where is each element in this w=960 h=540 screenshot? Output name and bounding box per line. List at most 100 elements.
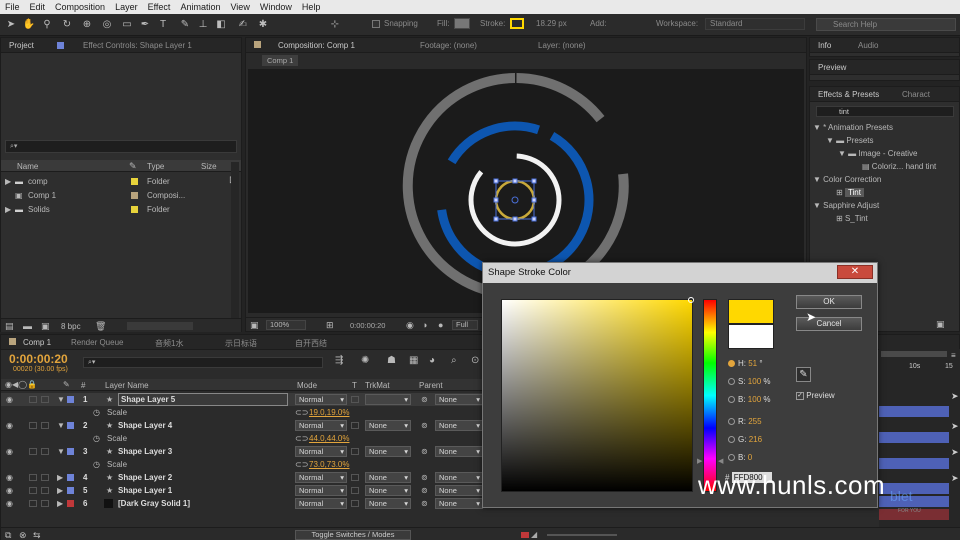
menu-animation[interactable]: Animation bbox=[175, 2, 225, 12]
composition-mini-flowchart-icon[interactable]: ⇶ bbox=[335, 355, 343, 366]
scale-property-row[interactable]: ◷ Scale ⊂⊃ 19.0,19.0% bbox=[1, 406, 501, 419]
project-item[interactable]: ▶ ▬ Solids Folder bbox=[1, 203, 241, 216]
toggle-switches-modes-button[interactable]: Toggle Switches / Modes bbox=[295, 530, 411, 540]
parent-pickwhip-icon[interactable]: ⊚ bbox=[421, 471, 428, 484]
new-comp-icon[interactable]: ▣ bbox=[41, 321, 50, 332]
transform-handle[interactable] bbox=[512, 178, 518, 184]
layer-label-swatch[interactable] bbox=[67, 396, 74, 403]
hide-shy-layers-icon[interactable]: ☗ bbox=[387, 355, 396, 366]
layer-duration-bar[interactable] bbox=[879, 458, 949, 469]
track-matte-select[interactable]: None ▾ bbox=[365, 420, 411, 431]
parent-pickwhip-icon[interactable]: ⊚ bbox=[421, 393, 428, 406]
col-layer-name[interactable]: Layer Name bbox=[105, 381, 149, 390]
visibility-eye-icon[interactable]: ◉ bbox=[6, 393, 13, 406]
tree-item-sapphire-adjust[interactable]: ▼ Sapphire Adjust bbox=[813, 199, 879, 212]
track-matte-select[interactable]: None ▾ bbox=[365, 498, 411, 509]
label-swatch[interactable] bbox=[131, 206, 138, 213]
ok-button[interactable]: OK bbox=[796, 295, 862, 309]
av-features-icons[interactable]: ◉◀◯🔒 bbox=[5, 380, 37, 389]
preserve-transparency-switch[interactable] bbox=[351, 396, 359, 403]
zoom-out-icon[interactable]: ◢ bbox=[531, 530, 537, 539]
collapse-arrow-icon[interactable]: ▼ bbox=[813, 175, 823, 184]
comp-timecode[interactable]: 0:00:00:20 bbox=[350, 321, 385, 330]
blend-mode-select[interactable]: Normal ▾ bbox=[295, 394, 347, 405]
parent-select[interactable]: None ▾ bbox=[435, 420, 483, 431]
transform-handle[interactable] bbox=[531, 197, 537, 203]
hue-slider-right-arrow-icon[interactable]: ◀ bbox=[718, 457, 723, 465]
transform-handle[interactable] bbox=[531, 216, 537, 222]
menu-effect[interactable]: Effect bbox=[143, 2, 176, 12]
layer-label-swatch[interactable] bbox=[67, 448, 74, 455]
tab-footage[interactable]: Footage: (none) bbox=[416, 40, 481, 52]
parent-pickwhip-icon[interactable]: ⊚ bbox=[421, 419, 428, 432]
stroke-swatch[interactable] bbox=[510, 18, 524, 29]
blue-field[interactable]: B: 0 bbox=[728, 453, 752, 462]
tab-info[interactable]: Info bbox=[814, 40, 835, 52]
expand-arrow-icon[interactable]: ▶ bbox=[5, 203, 11, 216]
motion-blur-icon[interactable]: ◕ bbox=[429, 355, 435, 366]
transform-handle[interactable] bbox=[512, 216, 518, 222]
anchor-point[interactable] bbox=[511, 196, 519, 204]
scale-value[interactable]: 19.0,19.0% bbox=[309, 406, 349, 419]
green-field[interactable]: G: 216 bbox=[728, 435, 762, 444]
visibility-eye-icon[interactable]: ◉ bbox=[6, 471, 13, 484]
col-size[interactable]: Size bbox=[201, 162, 217, 171]
label-swatch[interactable] bbox=[131, 192, 138, 199]
timeline-layer-row[interactable]: ◉ ▼ 3 ★ Shape Layer 3 Normal ▾ None ▾ ⊚ None ▾ bbox=[1, 445, 501, 458]
parent-pickwhip-icon[interactable]: ⊚ bbox=[421, 445, 428, 458]
zoom-arrow-icon[interactable]: ➤ bbox=[951, 447, 959, 458]
lock-switch[interactable] bbox=[41, 500, 49, 507]
hand-tool-icon[interactable]: ✋ bbox=[22, 18, 36, 32]
parent-select[interactable]: None ▾ bbox=[435, 498, 483, 509]
transform-handle[interactable] bbox=[531, 178, 537, 184]
selection-tool-icon[interactable]: ➤ bbox=[4, 18, 18, 32]
tab-extra-3[interactable]: 自开西结 bbox=[291, 337, 331, 349]
camera-tool-icon[interactable]: ⊕ bbox=[80, 18, 94, 32]
solo-switch[interactable] bbox=[29, 448, 37, 455]
green-radio[interactable] bbox=[728, 436, 735, 444]
graph-editor-icon[interactable]: ⌕ bbox=[451, 355, 457, 366]
timeline-layer-row[interactable]: ◉ ▶ 6 [Dark Gray Solid 1] Normal ▾ None ▾ ⊚ None ▾ bbox=[1, 497, 501, 510]
stopwatch-icon[interactable]: ◷ bbox=[93, 432, 100, 445]
parent-select[interactable]: None ▾ bbox=[435, 472, 483, 483]
tab-extra-2[interactable]: 示日标语 bbox=[221, 337, 261, 349]
local-axis-icon[interactable]: ⊹ bbox=[328, 18, 342, 32]
tab-audio[interactable]: Audio bbox=[854, 40, 882, 52]
layer-label-swatch[interactable] bbox=[67, 500, 74, 507]
saturation-value[interactable]: 100 bbox=[748, 377, 761, 386]
label-tag-icon[interactable]: ✎ bbox=[63, 380, 70, 389]
stopwatch-icon[interactable]: ◷ bbox=[93, 406, 100, 419]
tab-timeline-comp[interactable]: Comp 1 bbox=[19, 337, 55, 349]
hue-radio[interactable] bbox=[728, 360, 735, 368]
expand-arrow-icon[interactable]: ▶ bbox=[57, 471, 63, 484]
layer-label-swatch[interactable] bbox=[67, 474, 74, 481]
collapse-arrow-icon[interactable]: ▼ bbox=[813, 201, 823, 210]
puppet-tool-icon[interactable]: ✱ bbox=[256, 18, 270, 32]
project-hscroll[interactable] bbox=[127, 322, 193, 330]
tree-item-image-creative[interactable]: ▼ ▬ Image - Creative bbox=[838, 147, 918, 160]
pan-behind-tool-icon[interactable]: ◎ bbox=[100, 18, 114, 32]
tab-layer[interactable]: Layer: (none) bbox=[534, 40, 590, 52]
tab-extra-1[interactable]: 音频1水 bbox=[151, 337, 187, 349]
col-t[interactable]: T bbox=[352, 381, 357, 390]
interpret-footage-icon[interactable]: ▤ bbox=[5, 321, 14, 332]
project-item[interactable]: ▶ ▬ comp Folder bbox=[1, 175, 241, 188]
track-matte-select[interactable]: None ▾ bbox=[365, 472, 411, 483]
scale-value[interactable]: 44.0,44.0% bbox=[309, 432, 349, 445]
add-label[interactable]: Add: bbox=[590, 19, 606, 28]
lock-switch[interactable] bbox=[41, 396, 49, 403]
search-help-input[interactable]: Search Help bbox=[816, 18, 956, 31]
clone-stamp-tool-icon[interactable]: ⊥ bbox=[196, 18, 210, 32]
tab-effects-presets[interactable]: Effects & Presets bbox=[814, 89, 883, 101]
transform-handle[interactable] bbox=[493, 216, 499, 222]
layer-label-swatch[interactable] bbox=[67, 487, 74, 494]
expand-arrow-icon[interactable]: ▶ bbox=[57, 497, 63, 510]
tab-preview[interactable]: Preview bbox=[814, 62, 850, 74]
constrain-proportions-icon[interactable]: ⊂⊃ bbox=[295, 406, 308, 419]
tab-effect-controls[interactable]: Effect Controls: Shape Layer 1 bbox=[79, 40, 196, 52]
transform-handle[interactable] bbox=[493, 197, 499, 203]
rectangle-tool-icon[interactable]: ▭ bbox=[120, 18, 134, 32]
tree-item-colorize-hand-tint[interactable]: ▤ Coloriz... hand tint bbox=[862, 160, 936, 173]
blue-radio[interactable] bbox=[728, 454, 735, 462]
workspace-select[interactable]: Standard bbox=[705, 18, 805, 30]
